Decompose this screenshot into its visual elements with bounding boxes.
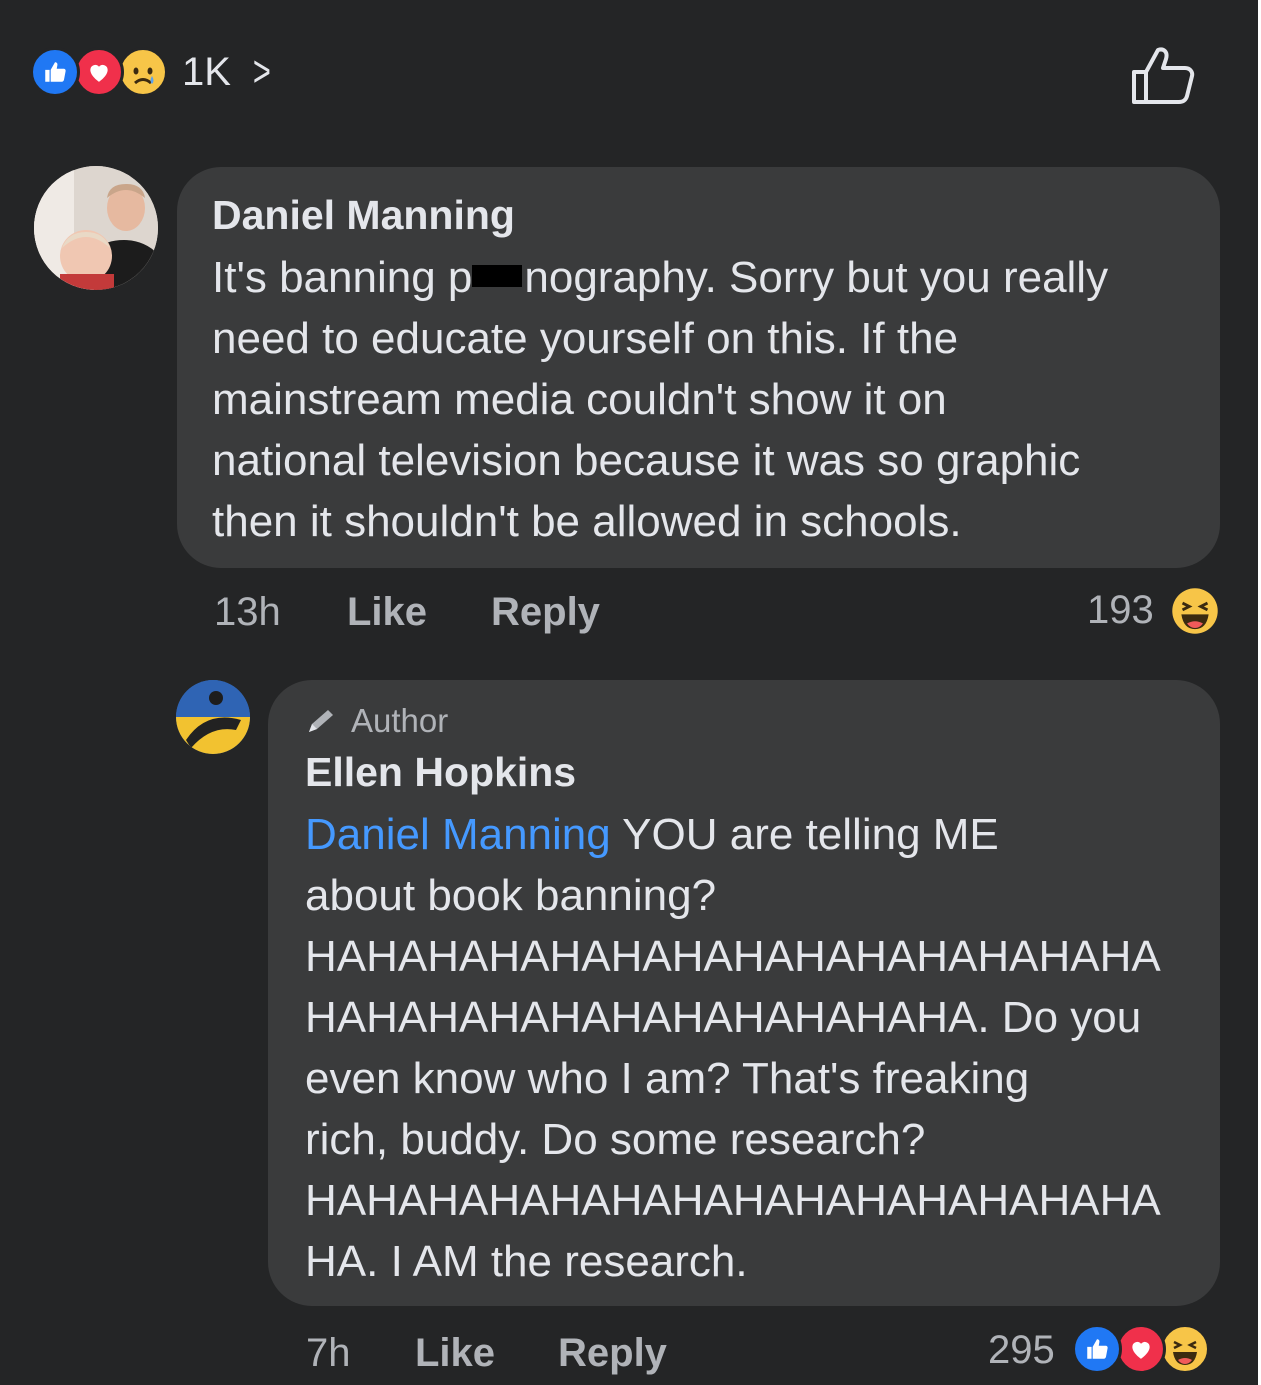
comment-reactions[interactable]: [1072, 1324, 1210, 1374]
comment-author-name[interactable]: Daniel Manning: [212, 192, 515, 239]
reply-button[interactable]: Reply: [491, 590, 600, 635]
comment-line: YOU are telling ME: [610, 810, 999, 859]
comment-line: mainstream media couldn't show it on: [212, 375, 947, 424]
comment-text: It's banning p nography. Sorry but you re…: [212, 247, 1108, 552]
haha-icon: [1160, 1324, 1210, 1374]
avatar[interactable]: [34, 166, 158, 290]
love-icon: [1116, 1324, 1166, 1374]
comment-line: about book banning?: [305, 871, 717, 920]
haha-icon: [1170, 586, 1220, 641]
author-badge-label: Author: [351, 702, 449, 739]
sad-icon: [118, 47, 168, 97]
comment-line: national television because it was so gr…: [212, 436, 1081, 485]
comment-line: rich, buddy. Do some research?: [305, 1115, 926, 1164]
comment-timestamp[interactable]: 13h: [214, 590, 281, 635]
comment-line: HAHAHAHAHAHAHAHAHAHAHA. Do you: [305, 993, 1142, 1042]
like-icon: [30, 47, 80, 97]
comment-line: even know who I am? That's freaking: [305, 1054, 1030, 1103]
comment-reaction-count[interactable]: 193: [1087, 588, 1154, 633]
comment-text: Daniel Manning YOU are telling ME about …: [305, 804, 1161, 1292]
love-icon: [74, 47, 124, 97]
comment-line: HAHAHAHAHAHAHAHAHAHAHAHAHAHA: [305, 1176, 1161, 1225]
like-button[interactable]: Like: [415, 1331, 495, 1376]
comment-author-name[interactable]: Ellen Hopkins: [305, 749, 576, 796]
comment-line: nography. Sorry but you really: [524, 253, 1109, 302]
comment-line: then it shouldn't be allowed in schools.: [212, 497, 962, 546]
comment-timestamp[interactable]: 7h: [306, 1331, 351, 1376]
comment-line: HAHAHAHAHAHAHAHAHAHAHAHAHAHA: [305, 932, 1161, 981]
reaction-count: 1K: [182, 49, 231, 94]
censor-bar: [472, 265, 523, 288]
pencil-icon: [309, 710, 333, 732]
mention-link[interactable]: Daniel Manning: [305, 810, 611, 859]
comment-line: HA. I AM the research.: [305, 1237, 748, 1286]
avatar[interactable]: [176, 680, 250, 754]
like-icon: [1072, 1324, 1122, 1374]
thumbs-up-outline-icon[interactable]: [1128, 44, 1198, 106]
comment-reaction-count[interactable]: 295: [988, 1328, 1055, 1373]
post-reactions-summary[interactable]: 1K >: [30, 46, 275, 98]
chevron-right-icon[interactable]: >: [253, 47, 271, 97]
comment-panel: 1K > Daniel Manning It's banning p nograp…: [0, 0, 1258, 1385]
comment-line: need to educate yourself on this. If the: [212, 314, 959, 363]
reply-button[interactable]: Reply: [558, 1331, 667, 1376]
like-button[interactable]: Like: [347, 590, 427, 635]
author-badge: Author: [305, 702, 448, 740]
comment-line: It's banning p: [212, 253, 473, 302]
